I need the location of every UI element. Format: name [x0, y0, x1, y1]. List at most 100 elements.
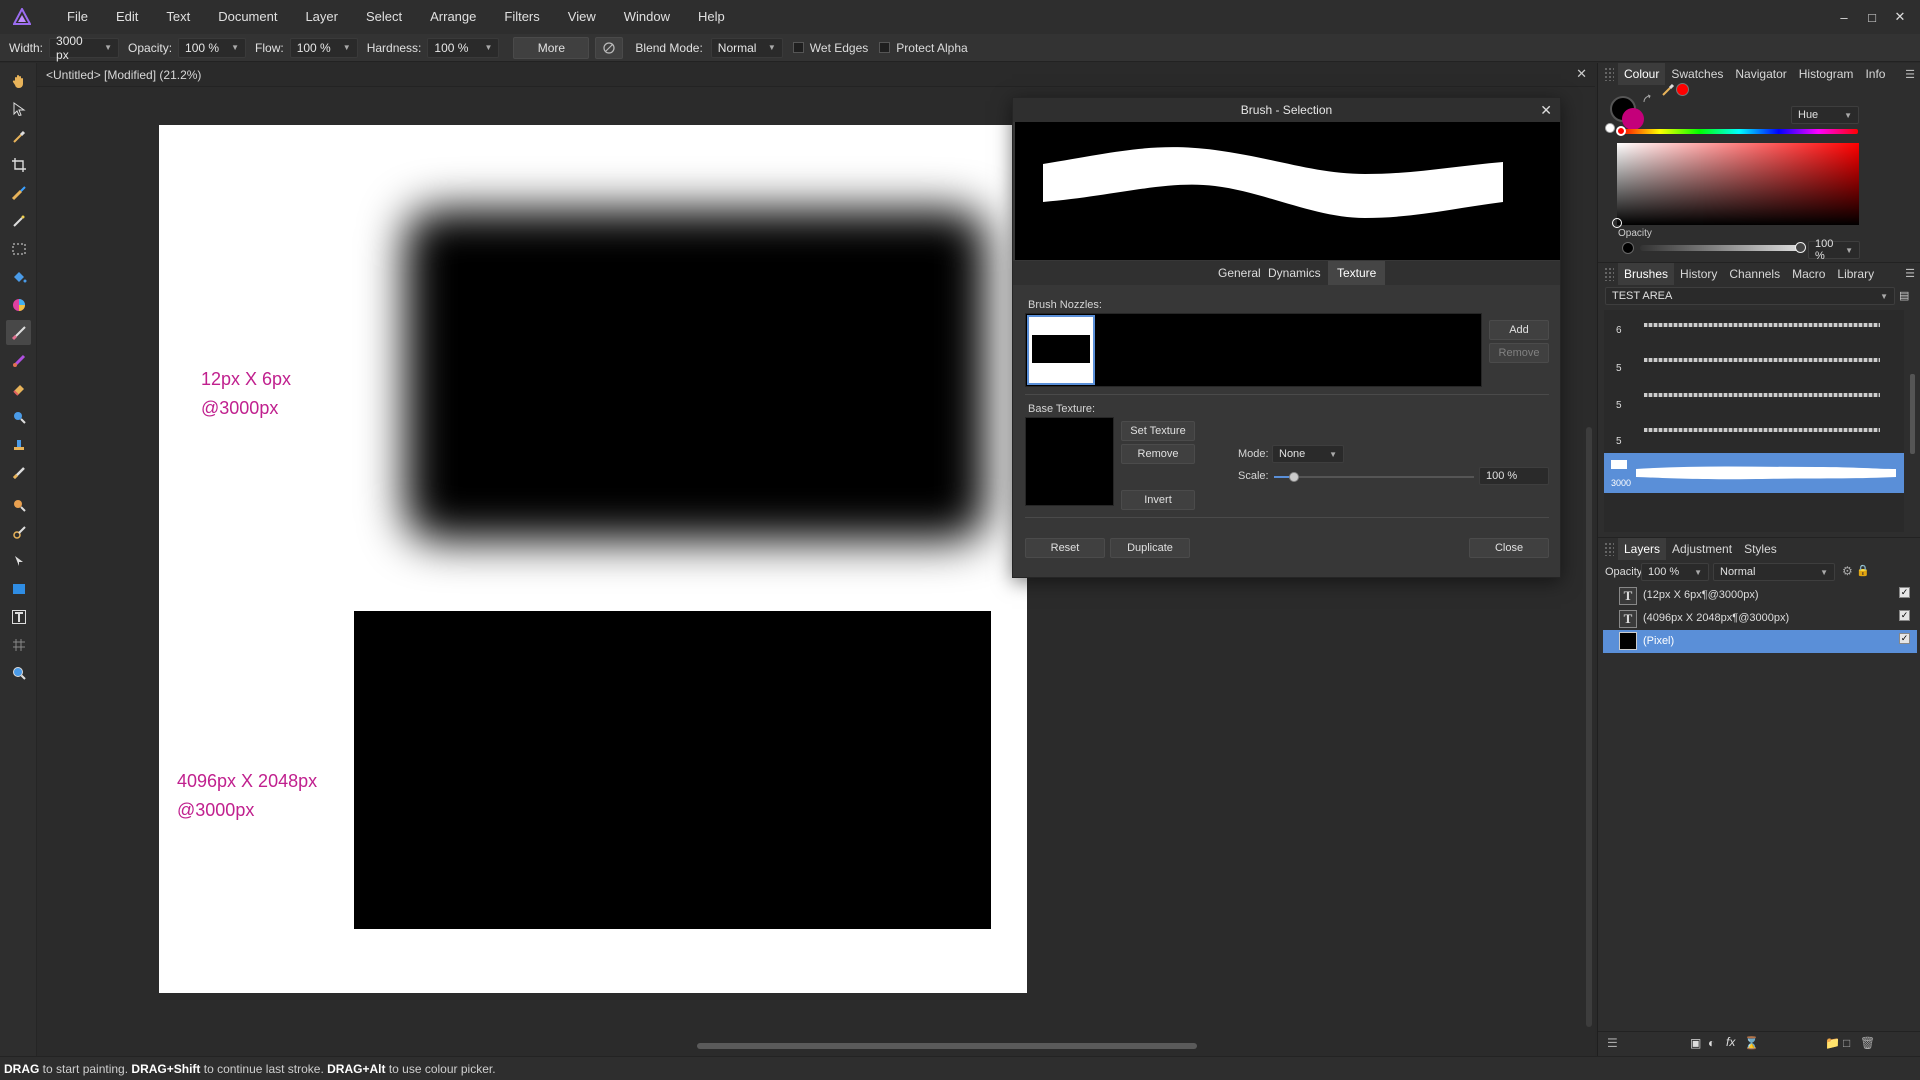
gradient-tool[interactable]	[6, 292, 31, 317]
nozzle-thumbnail[interactable]	[1027, 315, 1095, 385]
red-eye-tool[interactable]	[6, 520, 31, 545]
add-layer-icon[interactable]: □	[1843, 1036, 1850, 1050]
scale-field[interactable]: 100 %	[1479, 467, 1549, 485]
reset-colors-icon[interactable]	[1605, 123, 1615, 133]
brush-panel-options-icon[interactable]: ▤	[1899, 289, 1909, 302]
panel-grip-icon[interactable]	[1604, 266, 1614, 281]
menu-file[interactable]: File	[53, 0, 102, 34]
scroll-thumb[interactable]	[1910, 374, 1915, 454]
tab-brushes[interactable]: Brushes	[1618, 262, 1675, 285]
live-filter-icon[interactable]: ⌛	[1744, 1036, 1759, 1050]
panel-menu-icon[interactable]: ☰	[1905, 68, 1915, 81]
swap-colors-icon[interactable]	[1642, 93, 1652, 107]
remove-texture-button[interactable]: Remove	[1121, 444, 1195, 464]
menu-layer[interactable]: Layer	[291, 0, 352, 34]
set-texture-button[interactable]: Set Texture	[1121, 421, 1195, 441]
layer-blend-select[interactable]: Normal ▼	[1713, 563, 1835, 581]
layer-stack-icon[interactable]: ☰	[1607, 1036, 1618, 1050]
opacity-slider[interactable]	[1640, 242, 1806, 253]
color-picker-tool[interactable]	[6, 124, 31, 149]
text-layer-4096px[interactable]: 4096px X 2048px @3000px	[177, 767, 317, 825]
brush-item[interactable]: 5	[1604, 412, 1904, 447]
opacity-slider-handle[interactable]	[1795, 242, 1806, 253]
smudge-tool[interactable]	[6, 492, 31, 517]
width-field[interactable]: 3000 px ▼	[49, 34, 120, 62]
scale-slider-handle[interactable]	[1289, 472, 1299, 482]
paint-brush-tool[interactable]	[6, 320, 31, 345]
menu-help[interactable]: Help	[684, 0, 739, 34]
blend-mode-select[interactable]: Normal ▼	[710, 37, 783, 58]
menu-document[interactable]: Document	[204, 0, 291, 34]
crop-tool[interactable]	[6, 152, 31, 177]
view-tool[interactable]	[6, 68, 31, 93]
brush-list-scrollbar[interactable]	[1909, 310, 1917, 532]
stabilizer-button[interactable]	[595, 36, 624, 59]
duplicate-button[interactable]: Duplicate	[1110, 538, 1190, 558]
move-tool[interactable]	[6, 96, 31, 121]
close-window-button[interactable]: ✕	[1886, 9, 1914, 25]
marquee-tool[interactable]	[6, 236, 31, 261]
menu-text[interactable]: Text	[152, 0, 204, 34]
brush-category-select[interactable]: TEST AREA ▼	[1605, 287, 1895, 305]
tab-layers[interactable]: Layers	[1618, 537, 1667, 560]
hue-slider[interactable]	[1616, 126, 1858, 136]
invert-texture-button[interactable]: Invert	[1121, 490, 1195, 510]
layer-row-selected[interactable]: (Pixel) ✓	[1603, 630, 1917, 653]
flood-select-tool[interactable]	[6, 208, 31, 233]
tab-macro[interactable]: Macro	[1786, 263, 1831, 285]
artistic-text-tool[interactable]	[6, 604, 31, 629]
shape-tool[interactable]	[6, 576, 31, 601]
brush-item-selected[interactable]: 3000	[1604, 453, 1904, 493]
tab-navigator[interactable]: Navigator	[1729, 63, 1792, 85]
hardness-field[interactable]: 100 % ▼	[427, 37, 500, 58]
tab-adjustment[interactable]: Adjustment	[1666, 538, 1738, 560]
flow-field[interactable]: 100 % ▼	[289, 37, 358, 58]
layer-row[interactable]: T (12px X 6px¶@3000px) ✓	[1603, 585, 1917, 607]
tab-channels[interactable]: Channels	[1723, 263, 1786, 285]
tab-colour[interactable]: Colour	[1618, 63, 1666, 85]
opacity-field[interactable]: 100 % ▼	[1808, 238, 1860, 262]
mask-layer-icon[interactable]: ▣	[1690, 1036, 1701, 1050]
horizontal-scroll-thumb[interactable]	[697, 1043, 1197, 1049]
layer-visibility-checkbox[interactable]: ✓	[1899, 587, 1910, 598]
node-tool[interactable]	[6, 548, 31, 573]
dialog-close-button[interactable]: Close	[1469, 538, 1549, 558]
tab-history[interactable]: History	[1674, 263, 1723, 285]
tab-histogram[interactable]: Histogram	[1793, 63, 1860, 85]
brush-item[interactable]: 5	[1604, 378, 1904, 412]
menu-filters[interactable]: Filters	[490, 0, 553, 34]
tab-styles[interactable]: Styles	[1738, 538, 1783, 560]
more-button[interactable]: More	[513, 36, 590, 59]
opacity-field[interactable]: 100 % ▼	[178, 37, 247, 58]
dialog-titlebar[interactable]: Brush - Selection	[1013, 98, 1560, 122]
dialog-close-icon[interactable]: ✕	[1540, 98, 1552, 122]
vertical-scrollbar[interactable]	[1583, 87, 1595, 1036]
layer-visibility-checkbox[interactable]: ✓	[1899, 610, 1910, 621]
remove-nozzle-button[interactable]: Remove	[1489, 343, 1549, 363]
close-document-button[interactable]: ✕	[1576, 66, 1587, 82]
clone-tool[interactable]	[6, 432, 31, 457]
maximize-button[interactable]: □	[1858, 10, 1886, 25]
saturation-value-field[interactable]	[1612, 143, 1859, 228]
brush-item[interactable]: 5	[1604, 344, 1904, 378]
document-page[interactable]: 12px X 6px @3000px 4096px X 2048px @3000…	[159, 125, 1027, 993]
menu-select[interactable]: Select	[352, 0, 416, 34]
document-tab[interactable]: <Untitled> [Modified] (21.2%) ✕	[37, 63, 1595, 87]
tab-dynamics[interactable]: Dynamics	[1259, 261, 1330, 285]
mesh-warp-tool[interactable]	[6, 632, 31, 657]
reset-button[interactable]: Reset	[1025, 538, 1105, 558]
colour-model-select[interactable]: Hue ▼	[1791, 106, 1859, 124]
tab-swatches[interactable]: Swatches	[1665, 63, 1729, 85]
layer-visibility-checkbox[interactable]: ✓	[1899, 633, 1910, 644]
eyedropper-icon[interactable]	[1661, 83, 1675, 100]
delete-layer-icon[interactable]: 🗑	[1860, 1036, 1875, 1050]
layer-opacity-field[interactable]: 100 % ▼	[1641, 563, 1709, 581]
erase-tool[interactable]	[6, 376, 31, 401]
brush-item[interactable]: 6	[1604, 310, 1904, 344]
picked-color-swatch[interactable]	[1676, 83, 1689, 96]
hue-slider-handle[interactable]	[1616, 126, 1626, 136]
panel-menu-icon[interactable]: ☰	[1905, 267, 1915, 280]
panel-grip-icon[interactable]	[1604, 67, 1614, 81]
nozzles-list[interactable]	[1025, 313, 1482, 387]
add-nozzle-button[interactable]: Add	[1489, 320, 1549, 340]
